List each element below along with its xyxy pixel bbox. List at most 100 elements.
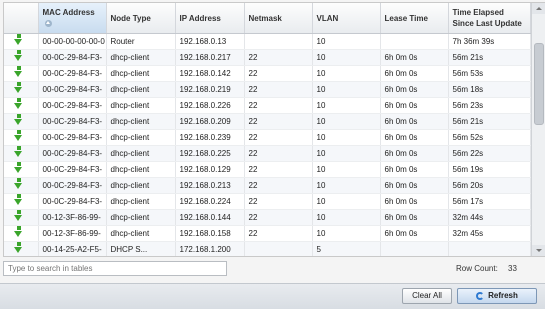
down-arrow-icon [8,50,22,62]
table-cell: 6h 0m 0s [380,177,449,194]
column-header-ip-address[interactable]: IP Address [175,3,245,34]
column-header-lease-time[interactable]: Lease Time [380,3,449,34]
table-cell: 22 [244,225,313,242]
table-cell: 192.168.0.213 [175,177,245,194]
table-cell: dhcp-client [106,49,176,66]
column-header-netmask[interactable]: Netmask [244,3,313,34]
column-header-icon[interactable] [4,3,39,34]
down-arrow-icon [8,34,22,46]
table-cell [380,241,449,256]
table-cell: 00-0C-29-84-F3- [38,65,107,82]
table-cell: 6h 0m 0s [380,209,449,226]
table-cell: 172.168.1.200 [175,241,245,256]
table-cell: 22 [244,129,313,146]
table-cell: 192.168.0.219 [175,81,245,98]
table-cell: 6h 0m 0s [380,161,449,178]
refresh-button[interactable]: Refresh [457,288,537,304]
table-cell: Router [106,33,176,50]
table-row[interactable]: 00-0C-29-84-F3- dhcp-client 192.168.0.219 2… [4,81,531,98]
table-cell: 32m 44s [448,209,531,226]
table-cell: 10 [312,97,381,114]
table-cell: dhcp-client [106,113,176,130]
table-cell: 56m 22s [448,145,531,162]
table-cell: 56m 53s [448,65,531,82]
table-row[interactable]: 00-0C-29-84-F3- dhcp-client 192.168.0.142 2… [4,65,531,82]
table-cell: 22 [244,209,313,226]
column-header-node-type[interactable]: Node Type [106,3,176,34]
table-cell: 6h 0m 0s [380,145,449,162]
table-cell: 22 [244,81,313,98]
data-grid: MAC Address Node Type IP Address Netmask… [3,2,545,257]
table-cell: 32m 45s [448,225,531,242]
table-cell: 192.168.0.226 [175,97,245,114]
row-icon-cell [4,33,39,50]
table-cell: dhcp-client [106,193,176,210]
table-cell: dhcp-client [106,129,176,146]
column-header-mac-address[interactable]: MAC Address [38,3,107,34]
row-icon-cell [4,49,39,66]
table-cell: DHCP S... [106,241,176,256]
table-row[interactable]: 00-0C-29-84-F3- dhcp-client 192.168.0.239 2… [4,129,531,146]
table-cell: 56m 23s [448,97,531,114]
row-icon-cell [4,81,39,98]
table-row[interactable]: 00-0C-29-84-F3- dhcp-client 192.168.0.129 2… [4,161,531,178]
table-search-input[interactable] [3,261,227,276]
scroll-up-icon[interactable] [532,3,545,14]
table-cell: 192.168.0.142 [175,65,245,82]
row-icon-cell [4,161,39,178]
table-body: 00-00-00-00-00-0 Router 192.168.0.13 10 7h 3… [4,33,531,256]
down-arrow-icon [8,210,22,222]
table-cell: dhcp-client [106,225,176,242]
table-cell: dhcp-client [106,65,176,82]
column-header-label: MAC Address [42,8,95,17]
table-cell: 00-0C-29-84-F3- [38,161,107,178]
row-count: Row Count: 33 [456,264,517,273]
table-cell: 192.168.0.225 [175,145,245,162]
table-cell: 192.168.0.239 [175,129,245,146]
column-header-vlan[interactable]: VLAN [312,3,381,34]
table-cell: 56m 20s [448,177,531,194]
table-cell: 6h 0m 0s [380,97,449,114]
table-cell: 10 [312,81,381,98]
table-cell: 00-00-00-00-00-0 [38,33,107,50]
table-row[interactable]: 00-14-25-A2-F5- DHCP S... 172.168.1.200 5 [4,241,531,256]
table-cell: 00-0C-29-84-F3- [38,177,107,194]
table-row[interactable]: 00-12-3F-86-99- dhcp-client 192.168.0.158 2… [4,225,531,242]
table-cell: 6h 0m 0s [380,129,449,146]
row-icon-cell [4,177,39,194]
vertical-scrollbar[interactable] [531,3,545,256]
down-arrow-icon [8,178,22,190]
table-row[interactable]: 00-0C-29-84-F3- dhcp-client 192.168.0.224 2… [4,193,531,210]
table-row[interactable]: 00-0C-29-84-F3- dhcp-client 192.168.0.225 2… [4,145,531,162]
clear-all-button[interactable]: Clear All [402,288,452,304]
table-row[interactable]: 00-0C-29-84-F3- dhcp-client 192.168.0.213 2… [4,177,531,194]
row-icon-cell [4,193,39,210]
table-cell: dhcp-client [106,161,176,178]
table-cell: 192.168.0.217 [175,49,245,66]
table-cell: 192.168.0.224 [175,193,245,210]
sort-ascending-icon[interactable] [44,20,52,28]
table-cell: 00-12-3F-86-99- [38,209,107,226]
table-cell: 6h 0m 0s [380,81,449,98]
scrollbar-thumb[interactable] [534,43,544,125]
table-cell: 56m 19s [448,161,531,178]
table-row[interactable]: 00-0C-29-84-F3- dhcp-client 192.168.0.217 2… [4,49,531,66]
table-cell: 00-14-25-A2-F5- [38,241,107,256]
column-header-time-elapsed[interactable]: Time Elapsed Since Last Update [448,3,531,34]
scroll-down-icon[interactable] [532,245,545,256]
down-arrow-icon [8,146,22,158]
table-cell [244,241,313,256]
row-count-label: Row Count: [456,264,498,273]
row-icon-cell [4,65,39,82]
table-row[interactable]: 00-12-3F-86-99- dhcp-client 192.168.0.144 2… [4,209,531,226]
table-row[interactable]: 00-0C-29-84-F3- dhcp-client 192.168.0.209 2… [4,113,531,130]
table-cell [448,241,531,256]
down-arrow-icon [8,114,22,126]
down-arrow-icon [8,242,22,254]
row-icon-cell [4,113,39,130]
table-cell: 192.168.0.13 [175,33,245,50]
table-cell: 10 [312,65,381,82]
table-row[interactable]: 00-00-00-00-00-0 Router 192.168.0.13 10 7h 3… [4,33,531,50]
down-arrow-icon [8,98,22,110]
table-row[interactable]: 00-0C-29-84-F3- dhcp-client 192.168.0.226 2… [4,97,531,114]
